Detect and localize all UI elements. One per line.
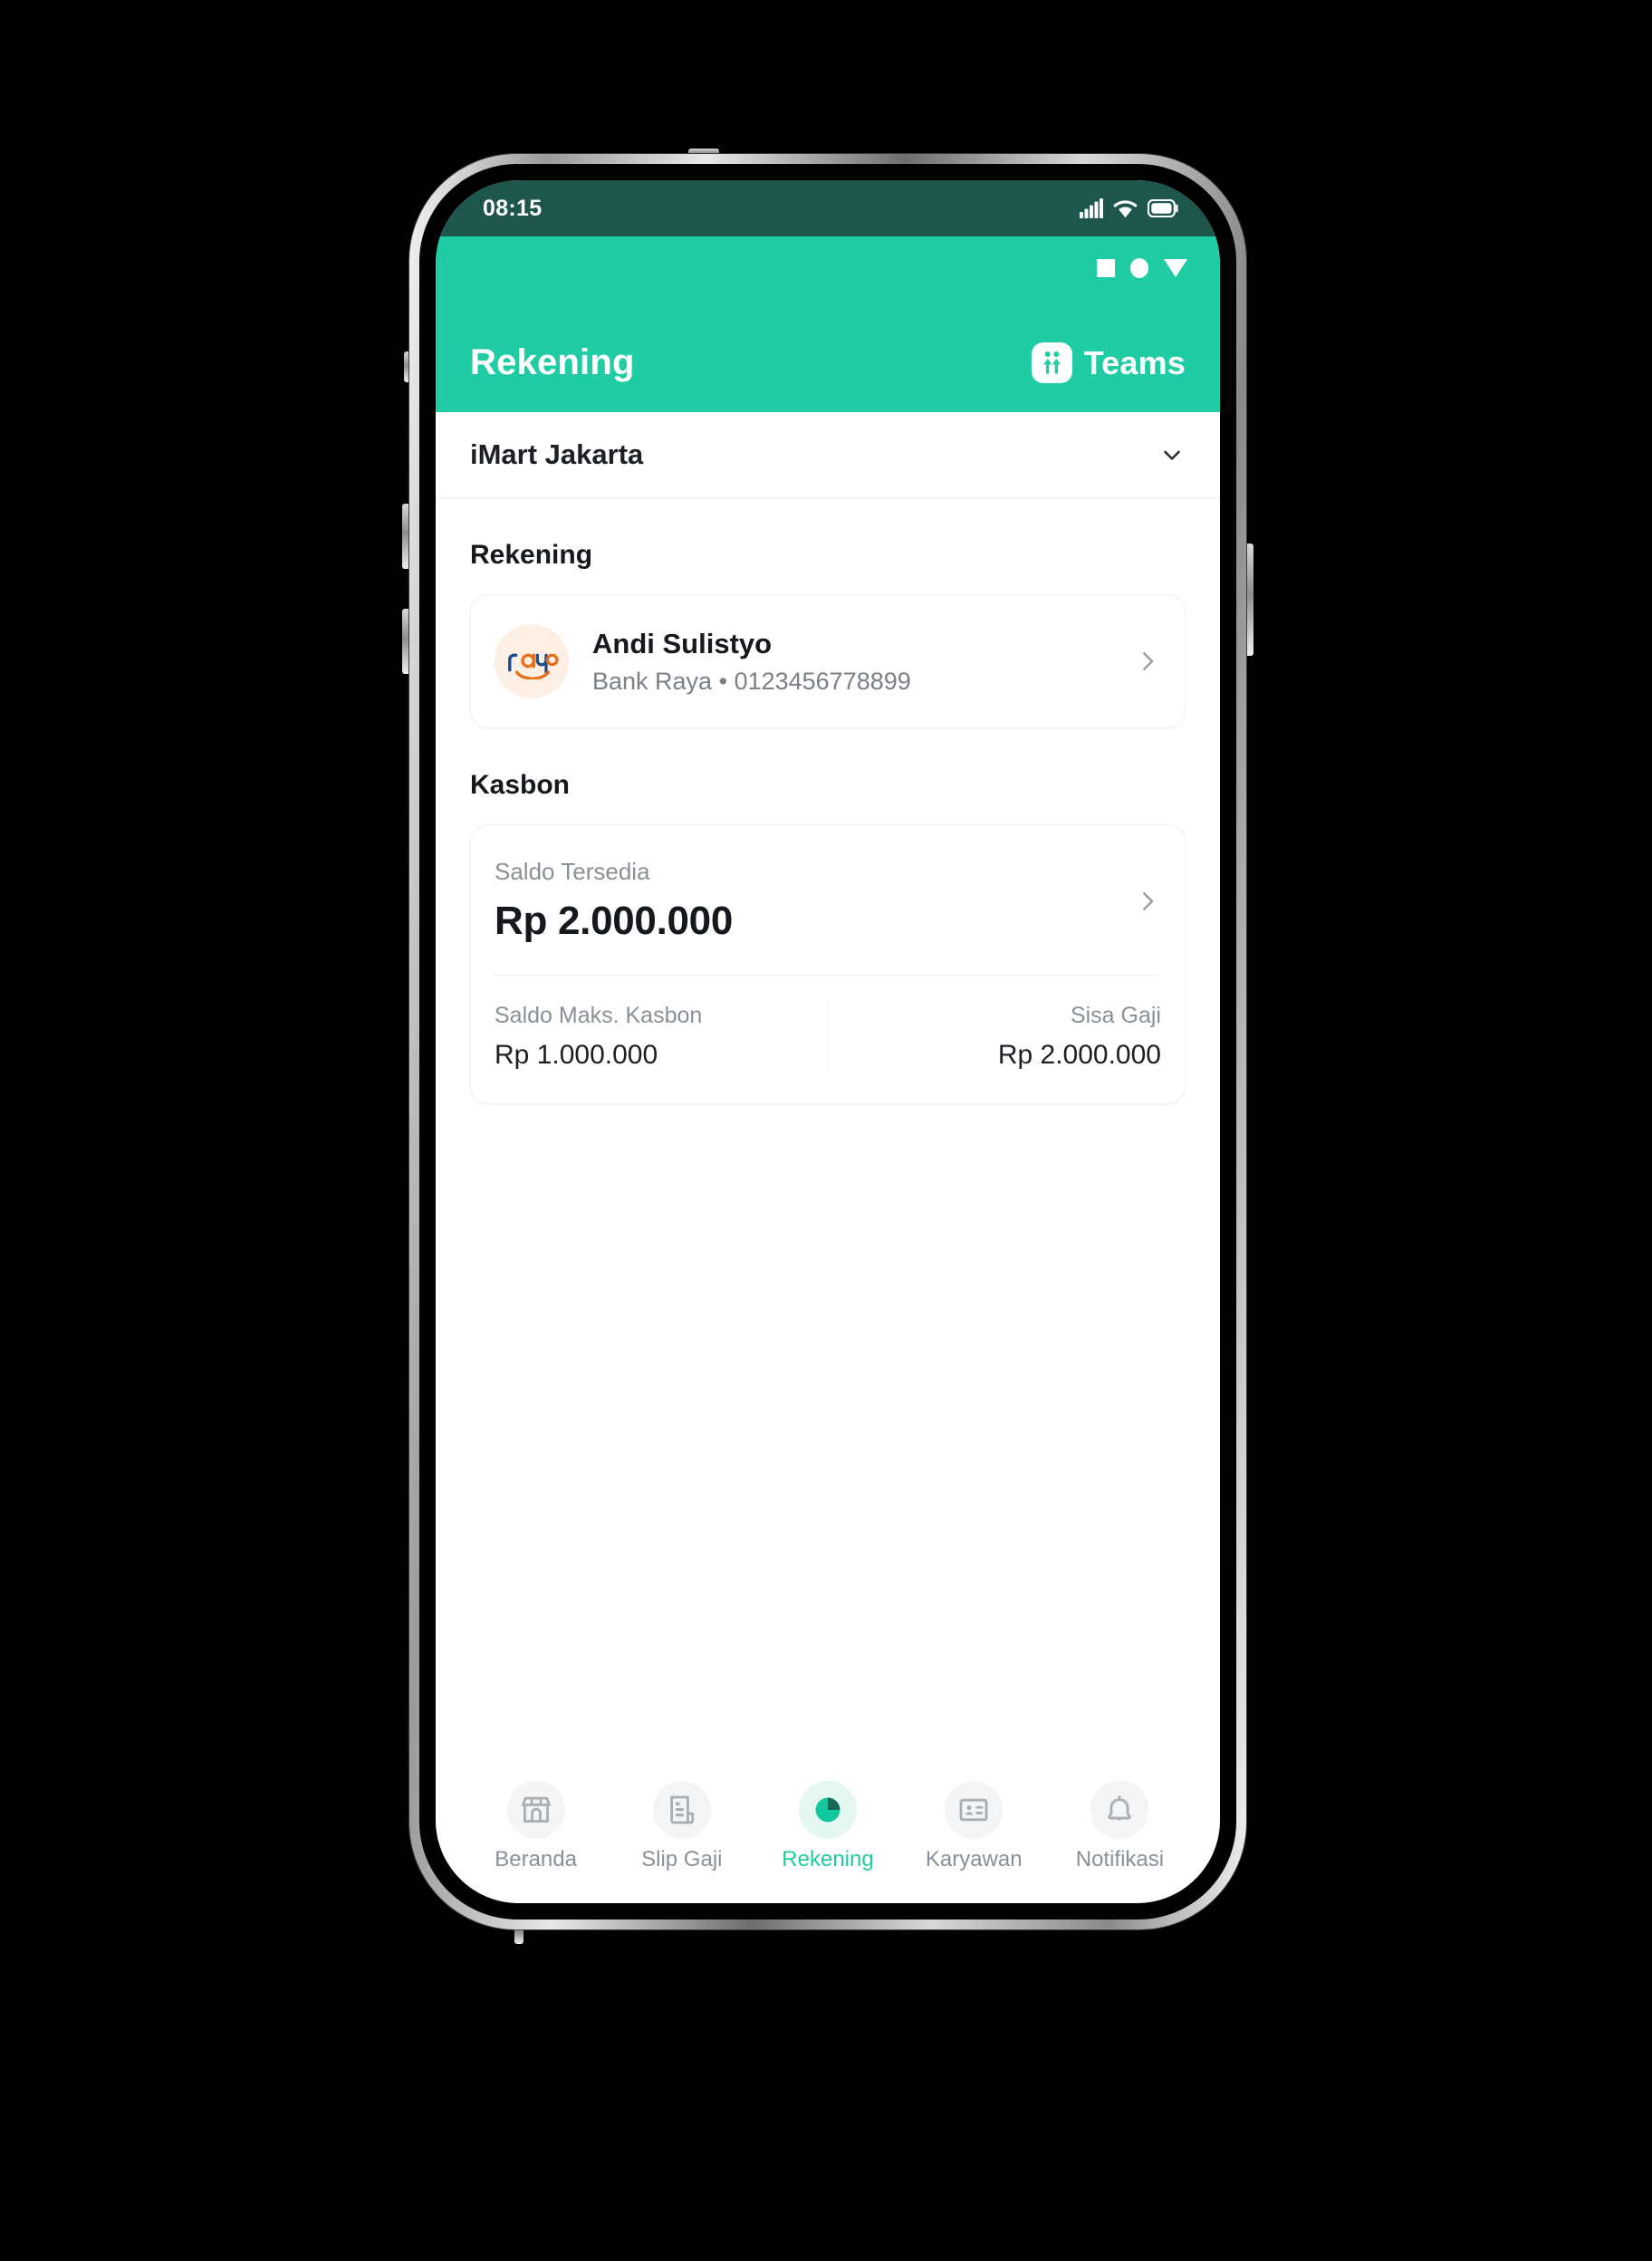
- tab-beranda-label: Beranda: [495, 1847, 577, 1871]
- bottom-navigation: Beranda Slip Gaji Rekening Karyawan Noti…: [436, 1763, 1220, 1903]
- teams-brand: Teams: [1031, 342, 1186, 383]
- phone-bezel: 08:15 Rekening Teams iMart Jakarta Reken…: [419, 164, 1236, 1919]
- kasbon-section-heading: Kasbon: [470, 770, 571, 800]
- account-separator: •: [718, 667, 728, 695]
- status-bar: 08:15: [436, 180, 1220, 236]
- kasbon-stat-remaining-value: Rp 2.000.000: [997, 1040, 1161, 1070]
- tab-notifikasi[interactable]: Notifikasi: [1047, 1781, 1193, 1872]
- store-icon: [506, 1781, 565, 1839]
- status-system-icons: [1080, 198, 1178, 218]
- tab-rekening[interactable]: Rekening: [754, 1781, 900, 1872]
- kasbon-stats-row: Saldo Maks. Kasbon Rp 1.000.000 Sisa Gaj…: [471, 976, 1185, 1103]
- bell-icon: [1090, 1781, 1149, 1839]
- tab-karyawan-label: Karyawan: [925, 1847, 1023, 1871]
- tab-slip-gaji-label: Slip Gaji: [641, 1847, 723, 1871]
- app-header: Rekening Teams: [436, 236, 1220, 412]
- tab-karyawan[interactable]: Karyawan: [901, 1781, 1047, 1872]
- company-name: iMart Jakarta: [470, 438, 644, 470]
- tab-notifikasi-label: Notifikasi: [1075, 1847, 1165, 1871]
- account-holder-name: Andi Sulistyo: [592, 627, 773, 659]
- account-bank-name: Bank Raya: [592, 667, 713, 695]
- raya-logo-icon: [495, 624, 569, 698]
- teams-logo-icon: [1031, 342, 1072, 383]
- tab-slip-gaji[interactable]: Slip Gaji: [609, 1781, 754, 1872]
- kasbon-stat-remaining-salary: Sisa Gaji Rp 2.000.000: [827, 1003, 1161, 1071]
- bank-account-card[interactable]: Andi Sulistyo Bank Raya • 0123456778899: [470, 594, 1186, 728]
- kasbon-balance-row[interactable]: Saldo Tersedia Rp 2.000.000: [471, 825, 1185, 975]
- recents-square-key[interactable]: [1097, 259, 1115, 277]
- page-title: Rekening: [470, 342, 635, 382]
- status-clock: 08:15: [483, 195, 543, 221]
- chevron-right-icon: [1143, 652, 1154, 670]
- company-selector[interactable]: iMart Jakarta: [436, 412, 1220, 498]
- chevron-right-icon: [1143, 891, 1154, 910]
- wifi-icon: [1113, 199, 1138, 217]
- android-navigation-keys: [1097, 258, 1187, 278]
- kasbon-stat-max-label: Saldo Maks. Kasbon: [495, 1003, 703, 1028]
- kasbon-stat-max: Saldo Maks. Kasbon Rp 1.000.000: [495, 1003, 828, 1071]
- kasbon-stat-max-value: Rp 1.000.000: [495, 1040, 658, 1070]
- account-bank-and-number: Bank Raya • 0123456778899: [592, 668, 1110, 696]
- phone-screen: 08:15 Rekening Teams iMart Jakarta Reken…: [436, 180, 1220, 1903]
- battery-icon: [1148, 199, 1178, 217]
- phone-device-frame: 08:15 Rekening Teams iMart Jakarta Reken…: [409, 154, 1246, 1929]
- id-card-icon: [945, 1781, 1004, 1839]
- rekening-section-heading: Rekening: [470, 540, 593, 570]
- home-circle-key[interactable]: [1130, 258, 1148, 278]
- chevron-down-icon: [1164, 450, 1180, 460]
- tab-rekening-label: Rekening: [782, 1847, 874, 1871]
- back-triangle-key[interactable]: [1164, 259, 1187, 277]
- kasbon-card[interactable]: Saldo Tersedia Rp 2.000.000 Saldo Maks. …: [470, 824, 1186, 1104]
- screenshot-stage: 08:15 Rekening Teams iMart Jakarta Reken…: [0, 0, 1652, 2261]
- kasbon-stat-remaining-label: Sisa Gaji: [1070, 1003, 1161, 1028]
- kasbon-balance-label: Saldo Tersedia: [495, 858, 650, 885]
- page-body: Rekening Andi Sulistyo Bank Raya • 01234…: [436, 498, 1220, 1763]
- kasbon-balance-value: Rp 2.000.000: [495, 899, 734, 943]
- document-icon: [652, 1781, 711, 1839]
- account-number: 0123456778899: [734, 667, 911, 695]
- teams-brand-label: Teams: [1083, 343, 1186, 381]
- pie-chart-icon: [799, 1781, 857, 1839]
- tab-beranda[interactable]: Beranda: [463, 1781, 609, 1872]
- signal-icon: [1080, 198, 1103, 218]
